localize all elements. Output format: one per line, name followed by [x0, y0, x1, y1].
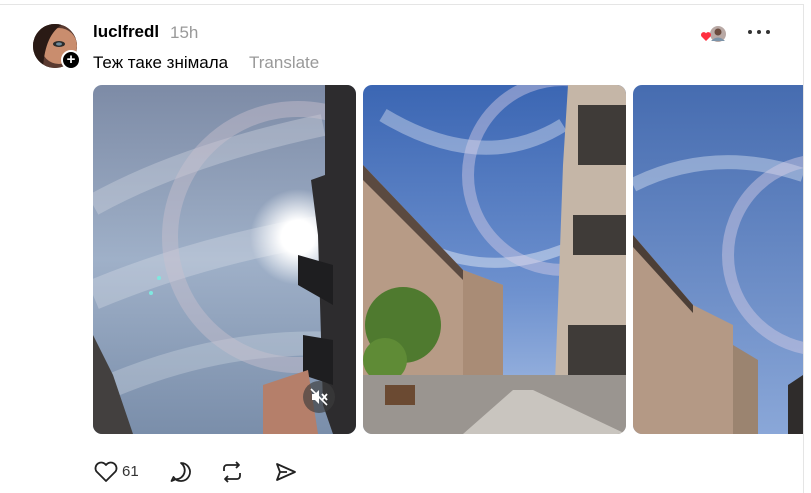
repost-icon — [223, 461, 241, 483]
heart-icon — [700, 32, 712, 41]
like-count: 61 — [122, 463, 139, 480]
heart-icon — [94, 461, 118, 482]
reactors[interactable] — [700, 24, 728, 44]
comment-icon — [170, 462, 191, 482]
post-text: Теж таке знімала — [93, 53, 229, 72]
post-username[interactable]: luclfredl — [93, 22, 159, 42]
share-button[interactable] — [273, 460, 299, 484]
share-icon — [276, 463, 296, 481]
like-button[interactable] — [93, 460, 119, 484]
more-button[interactable] — [746, 22, 772, 42]
repost-button[interactable] — [219, 460, 245, 484]
more-icon — [748, 30, 770, 34]
comment-button[interactable] — [168, 460, 194, 484]
translate-link[interactable]: Translate — [249, 53, 319, 73]
plus-icon: + — [66, 51, 76, 68]
post-divider — [0, 4, 803, 5]
post-photo-2[interactable] — [363, 85, 626, 434]
follow-button[interactable]: + — [61, 50, 81, 70]
mute-button[interactable] — [303, 381, 335, 413]
mute-icon — [310, 388, 328, 406]
post-time[interactable]: 15h — [170, 23, 198, 43]
post-photo-3[interactable] — [633, 85, 803, 434]
feed-border — [803, 4, 804, 493]
